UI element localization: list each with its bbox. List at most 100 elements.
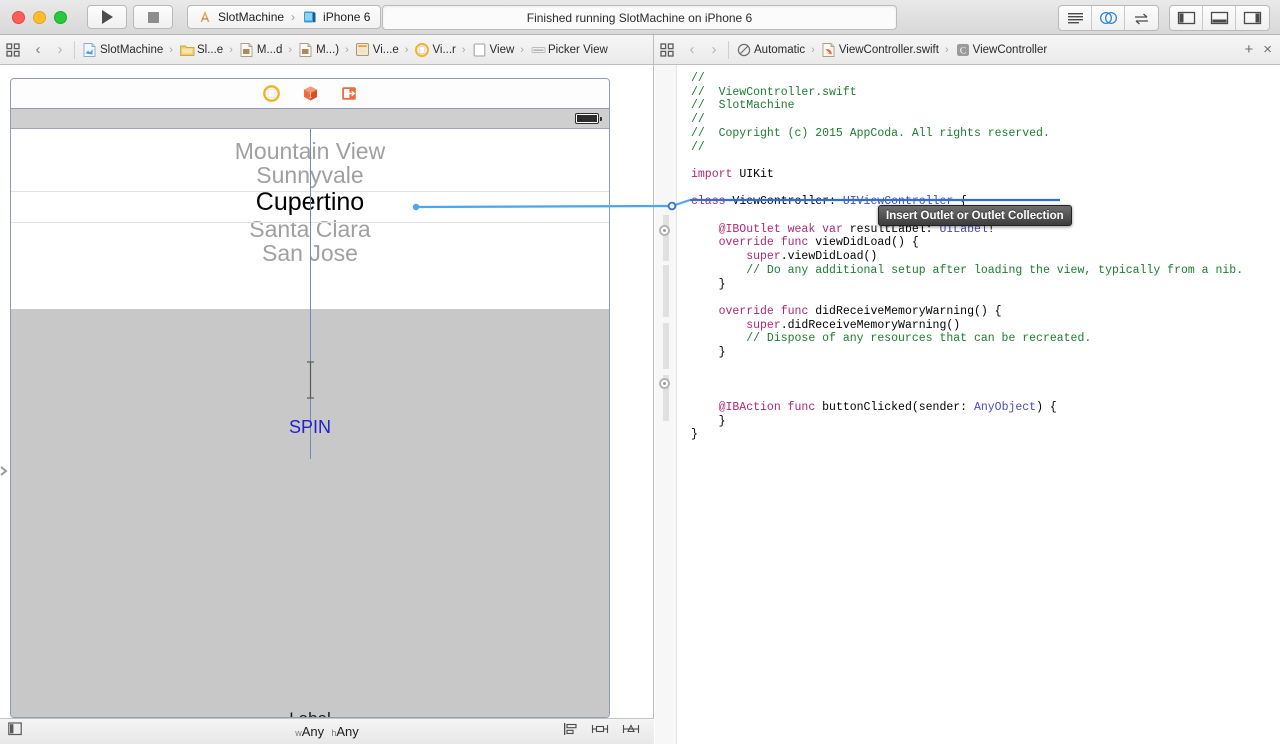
breadcrumb-item-storyboard-scene[interactable]: M...) › xyxy=(298,42,352,57)
forward-button-right[interactable]: › xyxy=(704,41,724,58)
nav-arrows-right: ‹ › xyxy=(680,41,724,58)
jump-bar-left: ‹ › SlotMachine › Sl...e › M...d › M...)… xyxy=(0,35,654,65)
align-icon[interactable] xyxy=(563,722,578,741)
exit-icon[interactable] xyxy=(341,85,358,102)
back-button-left[interactable]: ‹ xyxy=(28,41,48,58)
view-controller-icon[interactable] xyxy=(262,85,280,102)
breadcrumb-item-project[interactable]: SlotMachine › xyxy=(82,42,176,57)
breadcrumb-item-swift-file[interactable]: ViewController.swift › xyxy=(821,42,952,57)
breadcrumb-label: M...d xyxy=(256,43,283,56)
code-token: ViewController: xyxy=(725,195,843,209)
change-bar-segment xyxy=(663,323,669,369)
breadcrumb-label: M...) xyxy=(316,43,340,56)
svg-text:C: C xyxy=(959,46,965,56)
resolve-auto-layout-icon[interactable] xyxy=(622,722,640,741)
close-editor-button[interactable]: × xyxy=(1263,41,1272,58)
pin-icon[interactable] xyxy=(591,722,609,741)
breadcrumb-item-class[interactable]: C ViewController xyxy=(955,43,1049,57)
add-editor-button[interactable]: + xyxy=(1244,41,1253,58)
zoom-window-button[interactable] xyxy=(54,10,67,24)
code-line: // SlotMachine xyxy=(691,99,1280,113)
code-line: // ViewController.swift xyxy=(691,86,1280,100)
breadcrumb-item-storyboard[interactable]: M...d › xyxy=(239,42,295,57)
close-window-button[interactable] xyxy=(12,10,25,24)
code-token: // Do any additional setup after loading… xyxy=(691,263,1244,277)
toggle-utilities-button[interactable] xyxy=(1236,6,1269,30)
code-token: class xyxy=(691,195,726,209)
battery-icon xyxy=(575,113,602,124)
chevron-right-icon: › xyxy=(169,43,173,56)
code-token: didReceiveMemoryWarning() { xyxy=(808,304,1002,318)
result-label[interactable]: Label xyxy=(11,709,609,717)
chevron-right-icon: › xyxy=(461,43,466,56)
code-token: } xyxy=(691,414,726,428)
tooltip-label: Insert Outlet or Outlet Collection xyxy=(886,209,1064,222)
size-class-indicator[interactable]: wAny hAny xyxy=(0,724,654,739)
code-line: // xyxy=(691,113,1280,127)
run-button[interactable] xyxy=(87,5,127,29)
assistant-editor-button[interactable] xyxy=(1092,6,1125,30)
breadcrumb-item-picker-view[interactable]: Picker View xyxy=(530,43,609,57)
editor-mode-segmented-control xyxy=(1058,5,1159,31)
source-editor[interactable]: //// ViewController.swift// SlotMachine /… xyxy=(655,65,1280,744)
code-token: super xyxy=(691,250,781,264)
breadcrumb-item-view-controller[interactable]: Vi...r › xyxy=(414,42,468,57)
first-responder-icon[interactable]: 1 xyxy=(302,85,319,102)
interface-builder-area: 1 Mountain View Sunnyvale Cupertino Sant… xyxy=(0,65,654,744)
chevron-right-icon: › xyxy=(811,43,815,56)
auto-layout-tools xyxy=(563,722,640,741)
toggle-navigator-button[interactable] xyxy=(1170,6,1203,30)
code-line: } xyxy=(691,278,1280,292)
spin-button[interactable]: SPIN xyxy=(11,417,609,438)
breadcrumb-item-folder[interactable]: Sl...e › xyxy=(179,43,236,57)
code-line: } xyxy=(691,346,1280,360)
nav-arrows-left: ‹ › xyxy=(26,41,70,58)
class-icon: C xyxy=(956,43,969,57)
storyboard-canvas[interactable]: 1 Mountain View Sunnyvale Cupertino Sant… xyxy=(10,78,610,718)
toggle-debug-area-button[interactable] xyxy=(1203,6,1236,30)
code-text[interactable]: //// ViewController.swift// SlotMachine /… xyxy=(677,65,1280,744)
forward-button-left[interactable]: › xyxy=(50,41,70,58)
editor-jumpbar-tools: + × xyxy=(1244,41,1272,58)
scheme-selector[interactable]: SlotMachine › iPhone 6 xyxy=(187,5,382,29)
code-token: .didReceiveMemoryWarning() xyxy=(780,318,961,332)
code-line: // xyxy=(691,72,1280,86)
ib-action-connection-indicator[interactable] xyxy=(659,378,670,389)
code-line: // Copyright (c) 2015 AppCoda. All right… xyxy=(691,127,1280,141)
jumpbar-divider-right xyxy=(728,40,729,59)
expand-document-outline-button[interactable] xyxy=(0,460,9,482)
breadcrumb-item-scene[interactable]: Vi...e › xyxy=(355,42,412,57)
breadcrumb-item-view[interactable]: View › xyxy=(472,42,527,57)
breadcrumb-label: ViewController xyxy=(972,43,1048,56)
code-token: buttonClicked(sender: xyxy=(815,400,974,414)
code-token: // Copyright (c) 2015 AppCoda. All right… xyxy=(691,126,1050,140)
code-token: } xyxy=(691,346,726,360)
scheme-separator: › xyxy=(291,10,296,24)
version-editor-button[interactable] xyxy=(1125,6,1158,30)
stop-button[interactable] xyxy=(133,5,173,29)
ib-outlet-connection-indicator[interactable] xyxy=(659,225,670,236)
standard-editor-button[interactable] xyxy=(1059,6,1092,30)
code-line: import UIKit xyxy=(691,168,1280,182)
stop-icon xyxy=(147,11,159,23)
swift-file-icon xyxy=(822,42,835,57)
code-token: func xyxy=(780,236,809,250)
chevron-right-icon: › xyxy=(229,43,233,56)
related-items-button-right[interactable] xyxy=(654,42,680,57)
code-token: viewDidLoad() { xyxy=(808,236,919,250)
code-token: func xyxy=(787,400,816,414)
center-alignment-guide xyxy=(310,129,311,459)
breadcrumb-left: SlotMachine › Sl...e › M...d › M...) › V… xyxy=(79,42,609,57)
minimize-window-button[interactable] xyxy=(33,10,46,24)
change-bar xyxy=(663,65,669,744)
back-button-right[interactable]: ‹ xyxy=(682,41,702,58)
code-token: // xyxy=(691,140,705,154)
scheme-project-label: SlotMachine xyxy=(218,10,285,24)
breadcrumb-item-automatic[interactable]: Automatic › xyxy=(736,43,818,57)
jumpbar-divider-left xyxy=(74,40,75,59)
related-items-button[interactable] xyxy=(0,42,26,57)
